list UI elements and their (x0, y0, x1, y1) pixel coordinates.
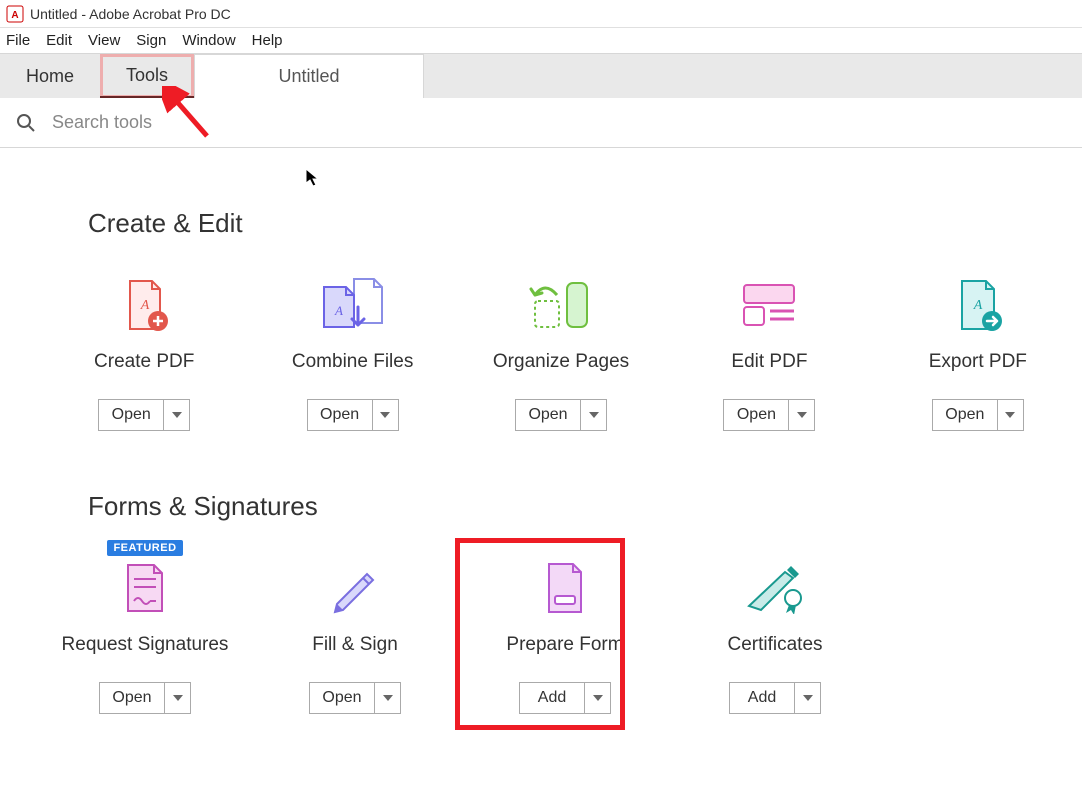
tool-fill-sign[interactable]: Fill & Sign Open (250, 552, 460, 714)
request-signatures-icon (120, 552, 170, 624)
dropdown-button[interactable] (795, 682, 821, 714)
document-tabs: Home Tools Untitled (0, 54, 1082, 98)
tool-label: Create PDF (94, 351, 194, 373)
chevron-down-icon (383, 695, 393, 701)
tool-export-pdf[interactable]: A Export PDF Open (874, 269, 1082, 431)
section-create-edit-row: A Create PDF Open (0, 269, 1082, 431)
tool-label: Request Signatures (62, 634, 229, 656)
chevron-down-icon (380, 412, 390, 418)
svg-text:A: A (140, 298, 150, 313)
create-pdf-icon: A (114, 269, 174, 341)
tool-prepare-form[interactable]: Prepare Form Add (460, 552, 670, 714)
tool-label: Combine Files (292, 351, 413, 373)
tool-combine-files[interactable]: A Combine Files Open (248, 269, 456, 431)
chevron-down-icon (797, 412, 807, 418)
dropdown-button[interactable] (581, 399, 607, 431)
tool-create-pdf[interactable]: A Create PDF Open (40, 269, 248, 431)
tool-label: Prepare Form (506, 634, 623, 656)
section-forms-sig-row: FEATURED Request Signatures Open (0, 552, 1082, 714)
chevron-down-icon (589, 412, 599, 418)
chevron-down-icon (173, 695, 183, 701)
dropdown-button[interactable] (164, 399, 190, 431)
tool-request-signatures[interactable]: FEATURED Request Signatures Open (40, 552, 250, 714)
open-button[interactable]: Open (307, 399, 373, 431)
chevron-down-icon (172, 412, 182, 418)
dropdown-button[interactable] (373, 399, 399, 431)
open-button[interactable]: Open (98, 399, 164, 431)
add-button[interactable]: Add (519, 682, 585, 714)
menu-sign[interactable]: Sign (136, 32, 166, 49)
fill-sign-icon (327, 552, 383, 624)
tool-label: Edit PDF (731, 351, 807, 373)
section-forms-sig-title: Forms & Signatures (88, 491, 1082, 522)
tool-label: Organize Pages (493, 351, 629, 373)
dropdown-button[interactable] (998, 399, 1024, 431)
search-bar (0, 98, 1082, 148)
dropdown-button[interactable] (585, 682, 611, 714)
tool-organize-pages[interactable]: Organize Pages Open (457, 269, 665, 431)
chevron-down-icon (1005, 412, 1015, 418)
add-button[interactable]: Add (729, 682, 795, 714)
svg-text:A: A (334, 303, 343, 318)
search-input[interactable] (50, 111, 450, 134)
menu-file[interactable]: File (6, 32, 30, 49)
svg-text:A: A (11, 10, 18, 21)
tool-certificates[interactable]: Certificates Add (670, 552, 880, 714)
section-create-edit-title: Create & Edit (88, 208, 1082, 239)
menu-view[interactable]: View (88, 32, 120, 49)
dropdown-button[interactable] (789, 399, 815, 431)
tool-label: Export PDF (929, 351, 1027, 373)
tool-label: Fill & Sign (312, 634, 398, 656)
open-button[interactable]: Open (99, 682, 165, 714)
menu-edit[interactable]: Edit (46, 32, 72, 49)
tools-panel: Create & Edit A Create PDF Open (0, 148, 1082, 811)
tool-label: Certificates (727, 634, 822, 656)
featured-badge: FEATURED (107, 540, 182, 556)
open-button[interactable]: Open (309, 682, 375, 714)
edit-pdf-icon (740, 269, 798, 341)
open-button[interactable]: Open (723, 399, 789, 431)
title-bar: A Untitled - Adobe Acrobat Pro DC (0, 0, 1082, 28)
open-button[interactable]: Open (515, 399, 581, 431)
tool-edit-pdf[interactable]: Edit PDF Open (665, 269, 873, 431)
dropdown-button[interactable] (375, 682, 401, 714)
combine-files-icon: A (318, 269, 388, 341)
certificates-icon (743, 552, 807, 624)
chevron-down-icon (803, 695, 813, 701)
prepare-form-icon (541, 552, 589, 624)
tab-home[interactable]: Home (0, 54, 100, 98)
menu-bar: File Edit View Sign Window Help (0, 28, 1082, 54)
tab-document[interactable]: Untitled (194, 54, 424, 98)
open-button[interactable]: Open (932, 399, 998, 431)
dropdown-button[interactable] (165, 682, 191, 714)
export-pdf-icon: A (948, 269, 1008, 341)
chevron-down-icon (593, 695, 603, 701)
svg-text:A: A (973, 298, 983, 313)
app-icon: A (6, 5, 24, 23)
menu-help[interactable]: Help (252, 32, 283, 49)
organize-pages-icon (529, 269, 593, 341)
menu-window[interactable]: Window (182, 32, 235, 49)
tab-tools[interactable]: Tools (100, 54, 194, 98)
search-icon (16, 113, 36, 133)
window-title: Untitled - Adobe Acrobat Pro DC (30, 6, 231, 22)
